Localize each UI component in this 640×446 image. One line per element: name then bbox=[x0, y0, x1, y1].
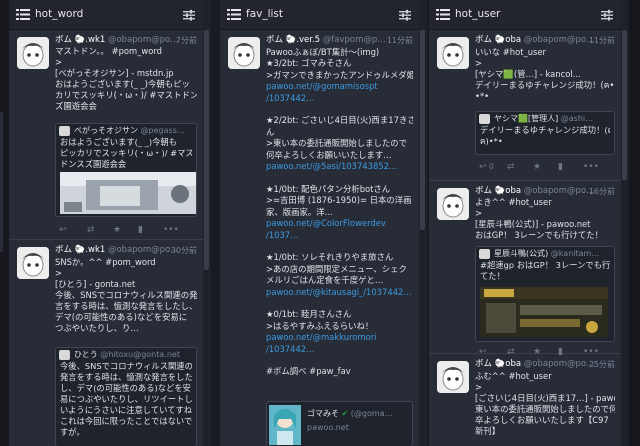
boost-icon[interactable]: ⇄ bbox=[87, 224, 95, 236]
column-settings-icon[interactable] bbox=[183, 9, 195, 21]
column-title: fav_list bbox=[246, 8, 284, 20]
status-item[interactable]: ボム 🐑.wk1 @obapom@po… 30分前 SNSか。^^ #pom_w… bbox=[9, 241, 203, 446]
column-fav-list: fav_list ボム 🐑.ver.5 @favpom@p… 11分前 Pawo… bbox=[220, 0, 419, 446]
more-icon[interactable]: ••• bbox=[163, 224, 179, 236]
display-name[interactable]: ボム 🐑.wk1 @obapom@po… bbox=[55, 245, 179, 256]
link[interactable]: pawoo.net/@5asi/103743852… bbox=[266, 161, 413, 172]
link[interactable]: pawoo.net/@ColorFlowerdev bbox=[266, 218, 413, 229]
quoted-status-card[interactable]: 星辰斗鴨(公式) @kanitam… #超速gp おはGP！ 3レーンでも行けて… bbox=[475, 246, 615, 342]
favourite-icon[interactable]: ★ bbox=[113, 224, 121, 236]
display-name[interactable]: ボム 🐑oba @obapom@po… bbox=[475, 186, 595, 197]
timestamp[interactable]: 11分前 bbox=[387, 35, 413, 46]
bookmark-icon[interactable]: ▮ bbox=[558, 161, 563, 173]
timestamp[interactable]: 25分前 bbox=[589, 359, 615, 370]
bookmark-icon[interactable]: ▮ bbox=[138, 224, 143, 236]
status-content: SNSか。^^ #pom_word > [ひとう] - gonta.net 今後、SN… bbox=[55, 257, 197, 333]
column-title: hot_user bbox=[455, 8, 501, 20]
quoted-avatar bbox=[479, 114, 490, 124]
column-scrollbar[interactable] bbox=[203, 0, 211, 446]
column-hot-word: hot_word ボム 🐑.wk1 @obapom@po… 7分前 マストドン。… bbox=[9, 0, 203, 446]
boost-icon[interactable]: ⇄ bbox=[507, 161, 515, 173]
reply-count: 0 bbox=[489, 162, 494, 171]
quoted-status-card[interactable]: ヤシマ🟩[管理人] @ashi… デイリーまるゆチャレンジ成功！(ฅ•ω•ฅ)•… bbox=[475, 111, 615, 155]
column-settings-icon[interactable] bbox=[399, 9, 411, 21]
column-hot-user: hot_user ボム 🐑oba @obapom@po… 11分前 いいな #h… bbox=[429, 0, 621, 446]
deck-app: hot_word ボム 🐑.wk1 @obapom@po… 7分前 マストドン。… bbox=[0, 0, 640, 446]
link[interactable]: pawoo.net/@kitausagi_/1037442… bbox=[266, 287, 413, 298]
column-header[interactable]: hot_word bbox=[9, 0, 203, 30]
media-card[interactable]: ゴマみそ ✔ (@goma… pawoo.net bbox=[266, 401, 413, 446]
column-header[interactable]: hot_user bbox=[429, 0, 621, 30]
media-thumbnail[interactable] bbox=[60, 172, 197, 214]
status-content: いいな #hot_user > [ヤシマ🟩(管…] - kancol… デイリーまるゆ… bbox=[475, 47, 615, 101]
status-item[interactable]: ボム 🐑oba @obapom@po… 11分前 いいな #hot_user >[… bbox=[429, 31, 621, 181]
quoted-avatar bbox=[59, 126, 70, 136]
list-icon bbox=[436, 9, 450, 20]
status-item[interactable]: ボム 🐑oba @obapom@po… 16分前 よき^^ #hot_user >… bbox=[429, 182, 621, 357]
link[interactable]: pawoo.net/@gomamisospt bbox=[266, 81, 413, 92]
column-settings-icon[interactable] bbox=[601, 9, 613, 21]
list-icon bbox=[227, 9, 241, 20]
timestamp[interactable]: 30分前 bbox=[171, 245, 197, 256]
avatar[interactable] bbox=[437, 188, 469, 220]
quoted-status-card[interactable]: べがっそオジサン @pegass… おはようございます(_ _)今朝も ピッカリで… bbox=[55, 123, 197, 217]
media-thumbnail[interactable] bbox=[480, 287, 608, 337]
right-edge bbox=[629, 0, 640, 446]
media-thumbnail[interactable] bbox=[269, 405, 301, 445]
column-title: hot_word bbox=[35, 8, 84, 20]
hashtag-list-icon bbox=[16, 9, 30, 20]
quoted-avatar bbox=[479, 249, 490, 259]
link[interactable]: pawoo.net/@makkuromori bbox=[266, 332, 413, 343]
avatar[interactable] bbox=[17, 247, 49, 279]
favourite-icon[interactable]: ★ bbox=[533, 161, 541, 173]
timestamp[interactable]: 16分前 bbox=[589, 186, 615, 197]
quoted-status-card[interactable]: ひとう @hitoxu@gonta.net 今後、SNSでコロナウィルス関連の発… bbox=[55, 347, 197, 446]
status-item[interactable]: ボム 🐑.wk1 @obapom@po… 7分前 マストドン。。 #pom_wo… bbox=[9, 31, 203, 240]
reply-icon[interactable]: ↩ bbox=[59, 224, 67, 236]
more-icon[interactable]: ••• bbox=[583, 161, 599, 173]
link[interactable]: /1037… bbox=[266, 230, 413, 241]
timestamp[interactable]: 7分前 bbox=[176, 35, 197, 46]
display-name[interactable]: ボム 🐑oba @obapom@po… bbox=[475, 359, 595, 370]
avatar[interactable] bbox=[437, 37, 469, 69]
reply-icon[interactable]: ↩ bbox=[479, 161, 487, 173]
status-content: Pawooふぁぼ/BT集計〜(img) ★3/2bt: ゴマみそさん >ガマンで… bbox=[266, 47, 413, 377]
status-actions: ↩ ⇄ ★ ▮ ••• bbox=[55, 224, 193, 236]
display-name[interactable]: ボム 🐑.ver.5 @favpom@p… bbox=[266, 35, 386, 46]
quoted-avatar bbox=[59, 350, 70, 360]
status-content: ふむ^^ #hot_user>[ごさいじ4日目(火)西ま17…] - pawoo… bbox=[475, 371, 615, 436]
column-scrollbar[interactable] bbox=[419, 0, 427, 446]
avatar[interactable] bbox=[228, 37, 260, 69]
status-content: マストドン。。 #pom_word > [べがっそオジサン] - mstdn.jp お… bbox=[55, 46, 197, 111]
avatar[interactable] bbox=[437, 361, 469, 393]
link[interactable]: /1037442… bbox=[266, 344, 413, 355]
display-name[interactable]: ボム 🐑oba @obapom@po… bbox=[475, 35, 595, 46]
timestamp[interactable]: 11分前 bbox=[589, 35, 615, 46]
status-item[interactable]: ボム 🐑oba @obapom@po… 25分前 ふむ^^ #hot_user >… bbox=[429, 355, 621, 446]
status-item[interactable]: ボム 🐑.ver.5 @favpom@p… 11分前 Pawooふぁぼ/BT集計… bbox=[220, 31, 419, 446]
display-name[interactable]: ボム 🐑.wk1 @obapom@po… bbox=[55, 35, 179, 46]
column-header[interactable]: fav_list bbox=[220, 0, 419, 30]
left-edge bbox=[0, 0, 9, 446]
status-actions: ↩ 0 ⇄ ★ ▮ ••• bbox=[475, 161, 613, 173]
column-scrollbar[interactable] bbox=[621, 0, 629, 446]
avatar[interactable] bbox=[17, 37, 49, 69]
status-content: よき^^ #hot_user > [星辰斗鴨(公式)] - pawoo.net おはG… bbox=[475, 197, 603, 240]
link[interactable]: /1037442… bbox=[266, 93, 413, 104]
